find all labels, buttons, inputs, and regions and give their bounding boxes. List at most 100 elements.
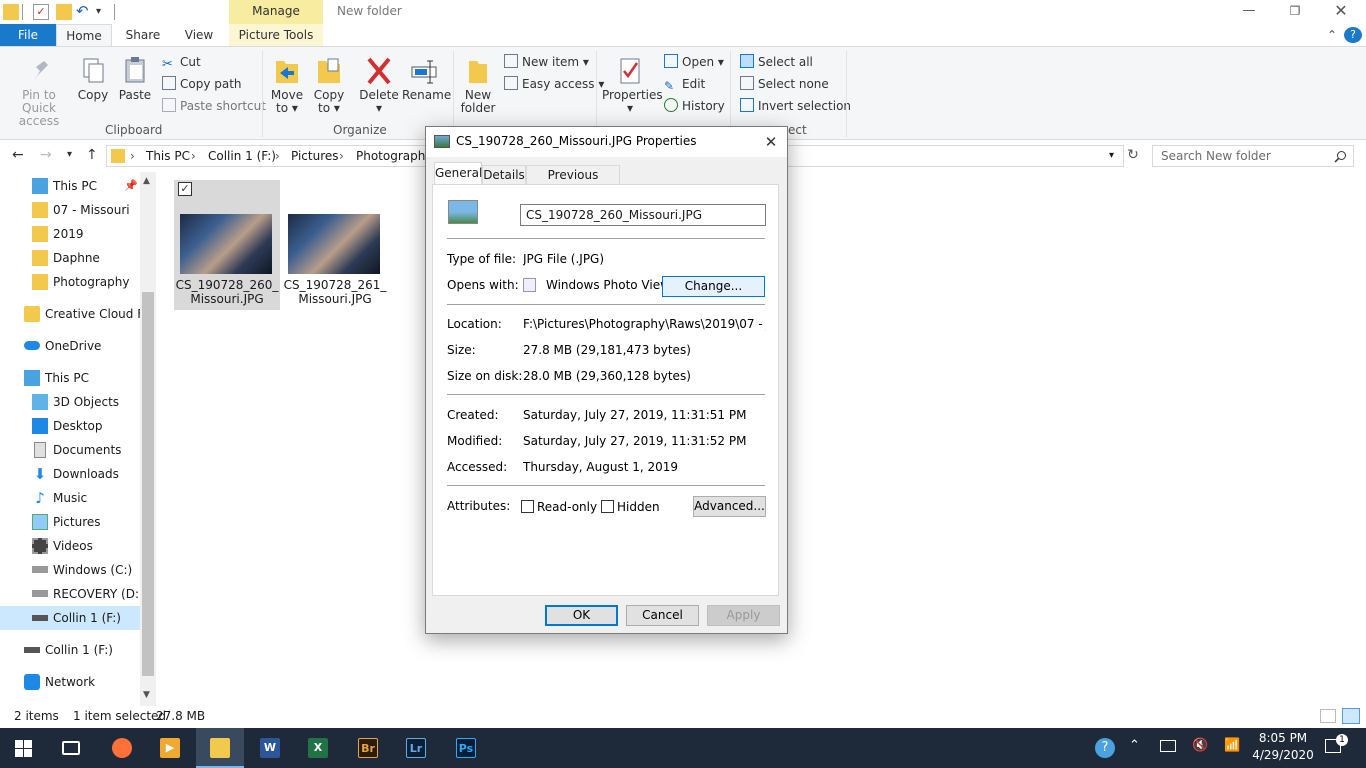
show-hidden-icons-icon[interactable]: ⌃ bbox=[1129, 738, 1140, 753]
word-button[interactable]: W bbox=[246, 728, 294, 768]
download-arrow-icon: ⬇ bbox=[33, 465, 47, 483]
nav-item-collin-f-selected[interactable]: Collin 1 (F:) bbox=[0, 606, 140, 630]
clipboard-group-label: Clipboard bbox=[105, 123, 163, 137]
tab-previous-versions[interactable]: Previous Versions bbox=[526, 165, 620, 200]
folder-icon[interactable] bbox=[3, 4, 19, 20]
tab-picture-tools[interactable]: Picture Tools bbox=[229, 24, 323, 46]
crumb-collin[interactable]: Collin 1 (F:) bbox=[208, 149, 276, 163]
photoshop-icon: Ps bbox=[456, 738, 476, 758]
easy-access-button[interactable]: Easy access ▾ bbox=[504, 74, 604, 94]
read-only-checkbox[interactable] bbox=[521, 500, 534, 513]
tab-home[interactable]: Home bbox=[56, 24, 112, 47]
details-view-icon[interactable] bbox=[1320, 709, 1336, 723]
close-button[interactable]: ✕ bbox=[1318, 0, 1364, 24]
move-to-button[interactable]: Move to ▾ bbox=[268, 55, 306, 115]
copy-to-button[interactable]: Copy to ▾ bbox=[310, 55, 348, 115]
drive-icon bbox=[32, 590, 48, 597]
help-tray-icon[interactable]: ? bbox=[1095, 738, 1115, 758]
help-icon[interactable]: ? bbox=[1344, 27, 1362, 43]
dialog-title-bar: CS_190728_260_Missouri.JPG Properties ✕ bbox=[426, 127, 787, 157]
open-button[interactable]: Open ▾ bbox=[664, 52, 724, 72]
delete-button[interactable]: Delete ▾ bbox=[358, 55, 400, 115]
file-item-260[interactable]: ✓ CS_190728_260_ Missouri.JPG bbox=[174, 180, 280, 310]
scrollbar-thumb[interactable] bbox=[142, 292, 154, 676]
new-folder-button[interactable]: New folder bbox=[458, 55, 498, 115]
apply-button[interactable]: Apply bbox=[707, 605, 780, 626]
excel-button[interactable]: X bbox=[294, 728, 342, 768]
wifi-icon[interactable]: 📶 bbox=[1224, 738, 1240, 753]
edit-button[interactable]: ✎ Edit bbox=[664, 74, 705, 94]
copy-button[interactable]: Copy bbox=[74, 55, 112, 102]
divider bbox=[447, 394, 765, 395]
tab-view[interactable]: View bbox=[176, 24, 222, 46]
customize-qat-icon[interactable]: ▾ bbox=[96, 4, 112, 20]
bridge-button[interactable]: Br bbox=[344, 728, 392, 768]
pin-quick-access-button[interactable]: Pin to Quick access bbox=[4, 55, 74, 128]
file-name-field[interactable]: CS_190728_260_Missouri.JPG bbox=[520, 204, 766, 226]
restore-button[interactable]: ❐ bbox=[1272, 0, 1318, 24]
volume-muted-icon[interactable]: 🔇 bbox=[1192, 738, 1208, 753]
recent-locations-icon[interactable]: ▾ bbox=[67, 149, 72, 160]
new-folder-icon[interactable] bbox=[56, 4, 72, 20]
photoshop-button[interactable]: Ps bbox=[442, 728, 490, 768]
location-label: Location: bbox=[447, 317, 502, 331]
select-none-button[interactable]: Select none bbox=[740, 74, 829, 94]
start-button[interactable] bbox=[0, 728, 48, 768]
file-explorer-button[interactable] bbox=[196, 728, 244, 768]
copy-folder-icon bbox=[318, 58, 340, 83]
crumb-photography[interactable]: Photography bbox=[356, 149, 432, 163]
cancel-button[interactable]: Cancel bbox=[626, 605, 699, 626]
size-on-disk-value: 28.0 MB (29,360,128 bytes) bbox=[523, 369, 691, 383]
advanced-button[interactable]: Advanced... bbox=[693, 496, 766, 517]
file-item-261[interactable]: CS_190728_261_ Missouri.JPG bbox=[282, 180, 388, 310]
cut-button[interactable]: ✂ Cut bbox=[162, 52, 201, 72]
scroll-up-icon[interactable]: ▲ bbox=[143, 176, 150, 186]
selection-checkbox[interactable]: ✓ bbox=[178, 182, 192, 196]
change-button[interactable]: Change... bbox=[662, 276, 765, 297]
media-player-icon: ▶ bbox=[160, 738, 180, 758]
search-input[interactable]: Search New folder bbox=[1152, 145, 1354, 167]
history-button[interactable]: History bbox=[664, 96, 725, 116]
scroll-down-icon[interactable]: ▼ bbox=[143, 690, 150, 700]
task-view-button[interactable] bbox=[48, 728, 96, 768]
tab-file[interactable]: File bbox=[0, 24, 56, 46]
up-arrow-icon[interactable]: ↑ bbox=[86, 147, 98, 163]
invert-selection-button[interactable]: Invert selection bbox=[740, 96, 851, 116]
organize-group-label: Organize bbox=[333, 123, 387, 137]
select-all-button[interactable]: Select all bbox=[740, 52, 813, 72]
copy-path-button[interactable]: Copy path bbox=[162, 74, 242, 94]
tab-general[interactable]: General bbox=[434, 162, 482, 185]
ok-button[interactable]: OK bbox=[545, 605, 618, 626]
new-item-button[interactable]: New item ▾ bbox=[504, 52, 589, 72]
read-only-label: Read-only bbox=[537, 500, 598, 514]
back-arrow-icon[interactable]: ← bbox=[12, 147, 24, 163]
crumb-this-pc[interactable]: This PC bbox=[146, 149, 190, 163]
large-icons-view-icon[interactable] bbox=[1342, 708, 1360, 724]
rename-button[interactable]: Rename bbox=[402, 55, 451, 102]
dialog-close-icon[interactable]: ✕ bbox=[756, 129, 786, 155]
crumb-sep: › bbox=[275, 149, 280, 163]
minimize-ribbon-icon[interactable]: ⌃ bbox=[1324, 24, 1340, 46]
undo-icon[interactable]: ↶ bbox=[76, 4, 92, 20]
address-dropdown-icon[interactable]: ▾ bbox=[1109, 150, 1114, 161]
lightroom-button[interactable]: Lr bbox=[392, 728, 440, 768]
folder-icon bbox=[210, 738, 230, 758]
minimize-button[interactable]: — bbox=[1226, 0, 1272, 24]
general-panel: CS_190728_260_Missouri.JPG Type of file:… bbox=[432, 184, 779, 596]
paste-button[interactable]: Paste bbox=[116, 55, 154, 102]
properties-button[interactable]: Properties ▾ bbox=[602, 55, 663, 115]
properties-check-icon[interactable]: ✓ bbox=[33, 4, 49, 20]
tab-details[interactable]: Details bbox=[482, 165, 526, 185]
refresh-icon[interactable]: ↻ bbox=[1124, 147, 1142, 163]
forward-arrow-icon[interactable]: → bbox=[40, 147, 52, 163]
hidden-checkbox[interactable] bbox=[601, 500, 614, 513]
photo-viewer-icon bbox=[523, 278, 536, 292]
paste-shortcut-button[interactable]: Paste shortcut bbox=[162, 96, 266, 116]
media-player-button[interactable]: ▶ bbox=[146, 728, 194, 768]
crumb-pictures[interactable]: Pictures bbox=[291, 149, 339, 163]
clock[interactable]: 8:05 PM 4/29/2020 bbox=[1246, 730, 1320, 764]
nav-item-this-pc-pinned[interactable]: This PC 📌 bbox=[32, 174, 140, 198]
firefox-button[interactable] bbox=[98, 728, 146, 768]
battery-icon[interactable] bbox=[1160, 740, 1176, 752]
tab-share[interactable]: Share bbox=[118, 24, 168, 46]
